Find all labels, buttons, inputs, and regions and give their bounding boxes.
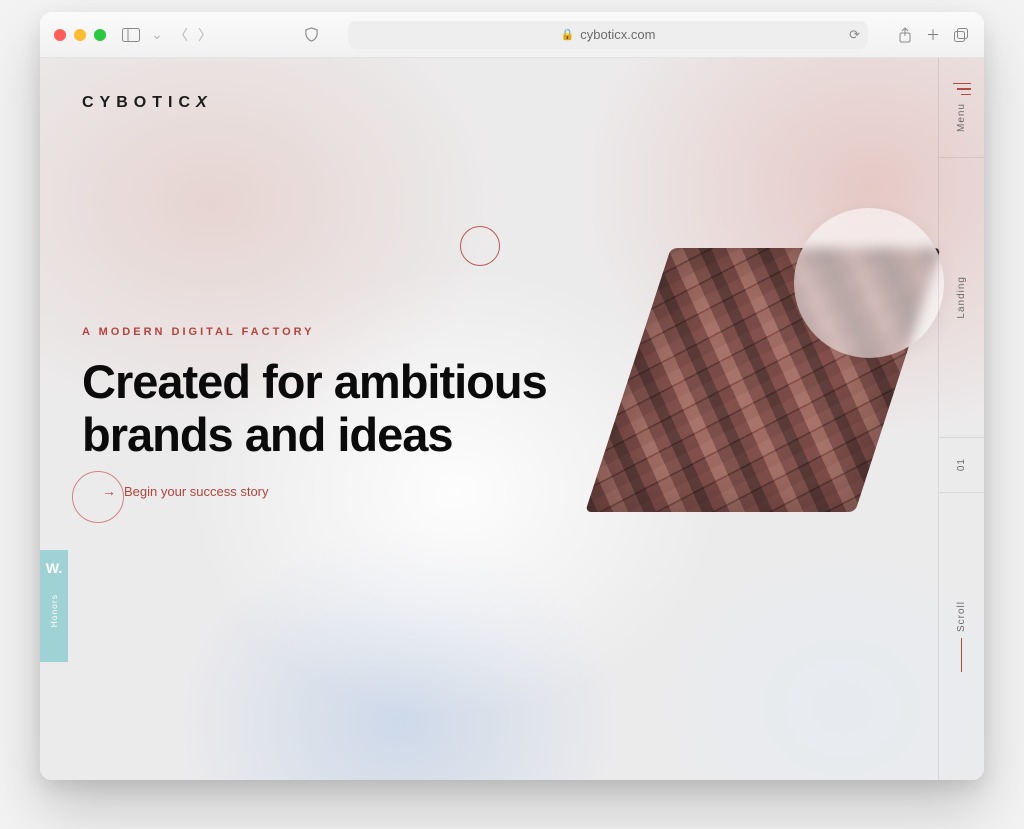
toolbar-caret-icon[interactable]: ⌄: [150, 26, 164, 44]
zoom-window-button[interactable]: [94, 29, 106, 41]
cta-circle-icon: [72, 471, 124, 523]
brand-logo-text: CYBOTIC: [82, 94, 196, 111]
decorative-circle-icon: [460, 226, 500, 266]
shield-icon[interactable]: [302, 26, 320, 44]
right-rail: Menu Landing 01 Scroll: [938, 58, 984, 780]
browser-toolbar: ⌄ 〈 〉 🔒 cyboticx.com ⟳ ＋: [40, 12, 984, 58]
menu-button[interactable]: Menu: [939, 58, 984, 158]
awwwards-badge[interactable]: W. Honors: [40, 550, 68, 662]
scroll-label: Scroll: [956, 601, 967, 632]
address-bar[interactable]: 🔒 cyboticx.com ⟳: [348, 21, 868, 49]
burger-icon: [953, 83, 971, 96]
page-index: 01: [939, 438, 984, 493]
page-index-label: 01: [956, 458, 967, 471]
window-controls: [54, 29, 106, 41]
hero-section: A MODERN DIGITAL FACTORY Created for amb…: [82, 326, 602, 499]
page-viewport: CYBOTICX A MODERN DIGITAL FACTORY Create…: [40, 58, 984, 780]
minimize-window-button[interactable]: [74, 29, 86, 41]
cta-label: Begin your success story: [124, 484, 269, 499]
forward-button[interactable]: 〉: [198, 26, 212, 44]
browser-window: ⌄ 〈 〉 🔒 cyboticx.com ⟳ ＋ CYBOTICX A MODE…: [40, 12, 984, 780]
scroll-line-icon: [961, 638, 963, 672]
awwwards-label: Honors: [49, 594, 59, 627]
cta-link[interactable]: → Begin your success story: [102, 483, 602, 499]
hero-headline: Created for ambitious brands and ideas: [82, 356, 602, 461]
url-host: cyboticx.com: [580, 27, 655, 42]
close-window-button[interactable]: [54, 29, 66, 41]
hero-eyebrow: A MODERN DIGITAL FACTORY: [82, 326, 602, 338]
section-indicator: Landing: [939, 158, 984, 438]
scroll-hint[interactable]: Scroll: [939, 493, 984, 780]
menu-label: Menu: [956, 103, 967, 132]
share-icon[interactable]: [896, 26, 914, 44]
frosted-circle-icon: [794, 208, 944, 358]
new-tab-icon[interactable]: ＋: [924, 26, 942, 44]
tabs-overview-icon[interactable]: [952, 26, 970, 44]
section-label: Landing: [956, 276, 967, 319]
brand-logo[interactable]: CYBOTICX: [82, 94, 207, 112]
lock-icon: 🔒: [561, 28, 575, 41]
brand-logo-x: X: [196, 94, 207, 111]
reload-icon[interactable]: ⟳: [849, 27, 860, 43]
awwwards-w-icon: W.: [46, 560, 62, 576]
back-button[interactable]: 〈: [174, 26, 188, 44]
sidebar-toggle-icon[interactable]: [122, 26, 140, 44]
